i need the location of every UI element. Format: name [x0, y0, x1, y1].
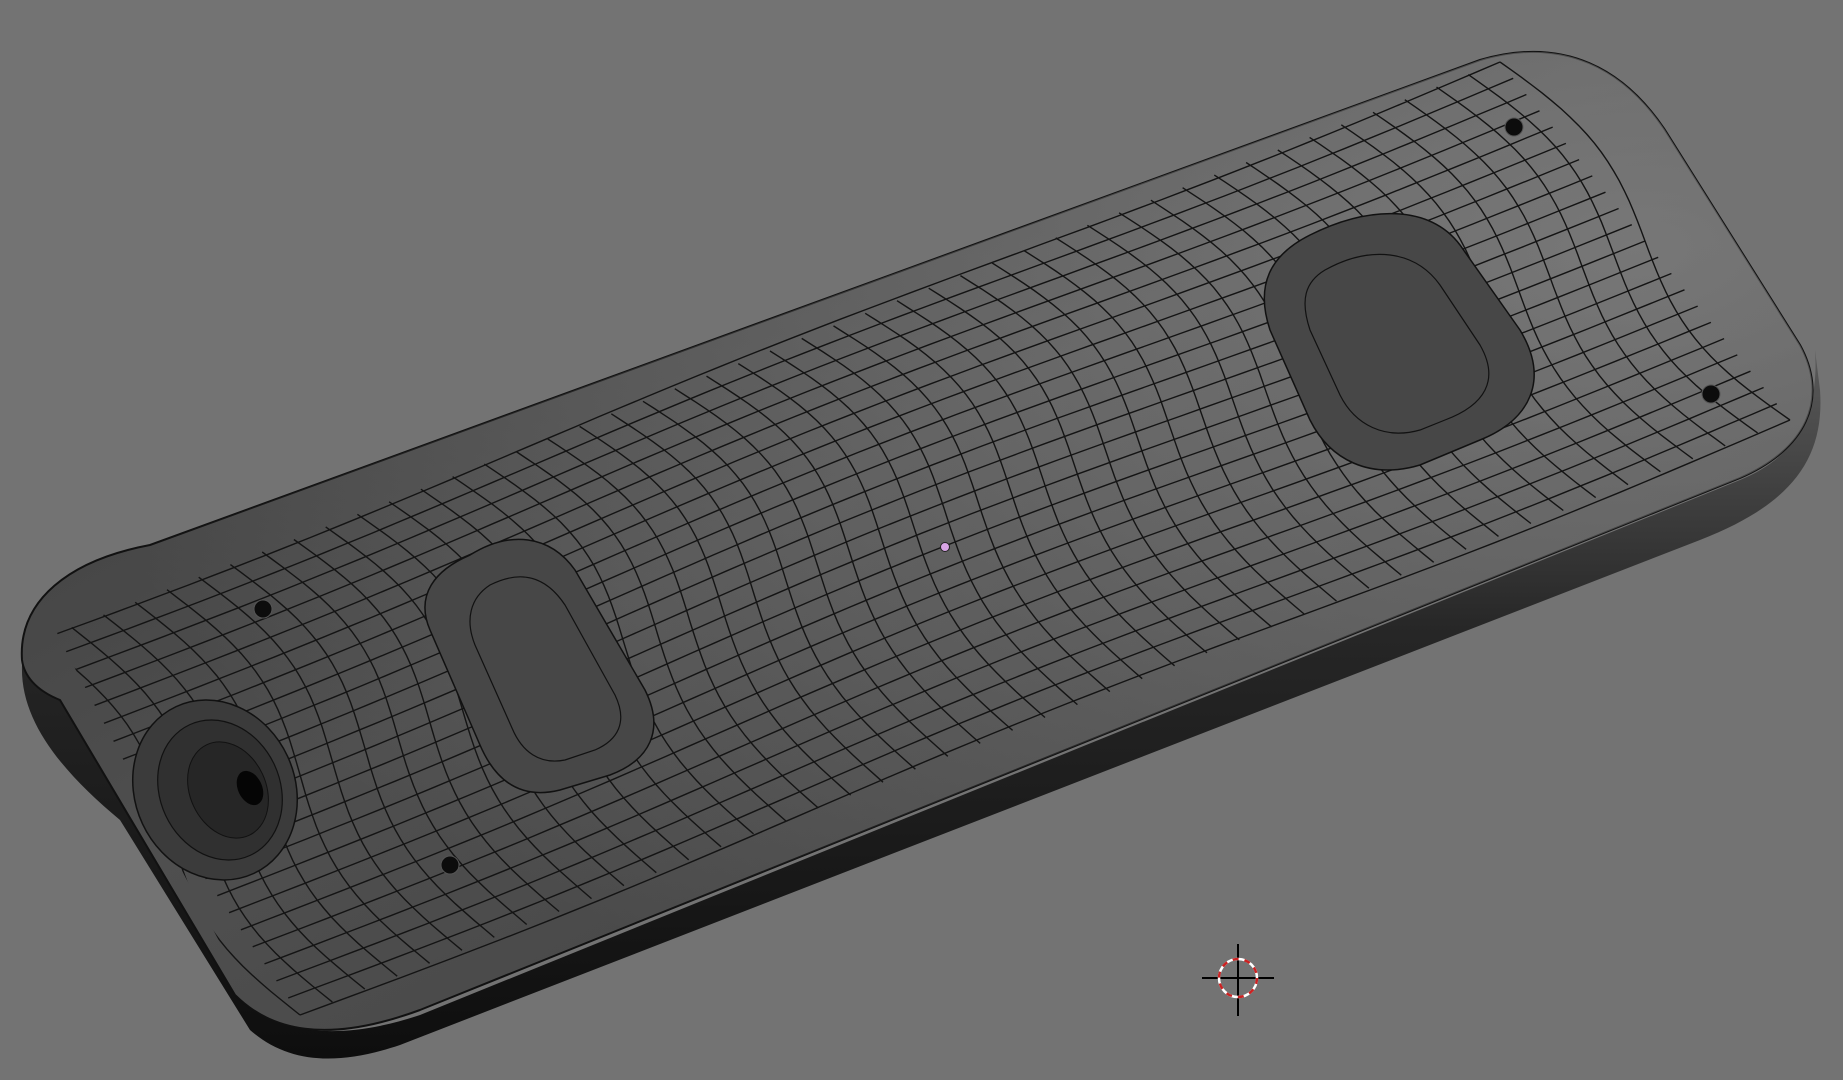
screw-hole	[253, 599, 273, 619]
screw-hole	[440, 855, 460, 875]
3d-cursor-icon[interactable]	[1202, 944, 1274, 1016]
3d-viewport[interactable]	[0, 0, 1843, 1080]
screw-hole	[1701, 384, 1721, 404]
rim-highlight	[21, 51, 1813, 1030]
screw-hole	[1504, 117, 1524, 137]
object-origin-dot[interactable]	[940, 542, 950, 552]
viewport-canvas[interactable]	[0, 0, 1843, 1080]
